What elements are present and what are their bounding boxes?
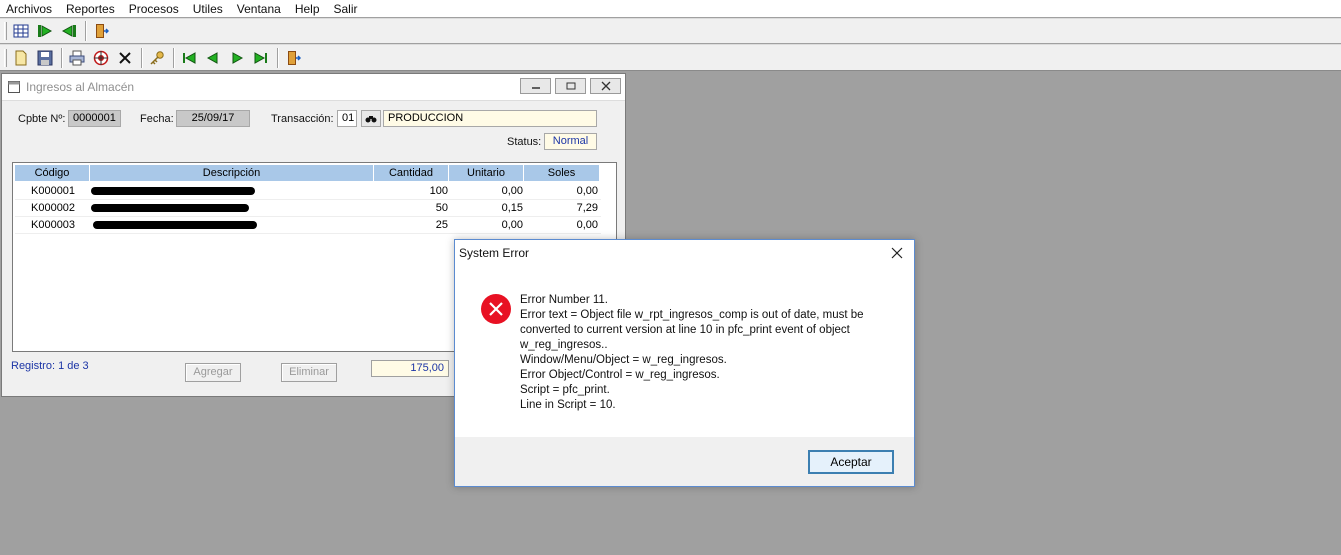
menu-ventana[interactable]: Ventana — [237, 2, 281, 16]
toolbar-separator — [85, 21, 87, 41]
table-row[interactable]: K000002 50 0,15 7,29 — [15, 200, 601, 217]
redacted-description — [93, 221, 257, 229]
toolbar-grip[interactable] — [4, 22, 7, 40]
error-line-number: Error Number 11. — [520, 294, 608, 306]
first-record-icon[interactable] — [179, 48, 199, 68]
save-icon[interactable] — [35, 48, 55, 68]
cell-cantidad: 100 — [429, 185, 448, 197]
fecha-label: Fecha: — [140, 113, 174, 125]
cell-soles: 0,00 — [576, 219, 598, 231]
column-header-codigo[interactable]: Código — [15, 165, 90, 181]
go-forward-icon[interactable] — [35, 21, 55, 41]
last-record-icon[interactable] — [251, 48, 271, 68]
redacted-description — [91, 187, 255, 195]
error-line-object: Error Object/Control = w_reg_ingresos. — [520, 369, 720, 381]
agregar-button[interactable]: Agregar — [185, 363, 241, 382]
record-status: Registro: 1 de 3 — [11, 360, 89, 372]
cell-cantidad: 50 — [435, 202, 448, 214]
cell-codigo: K000003 — [31, 219, 76, 231]
menu-reportes[interactable]: Reportes — [66, 2, 115, 16]
menu-help[interactable]: Help — [295, 2, 320, 16]
menu-archivos[interactable]: Archivos — [6, 2, 52, 16]
cell-unitario: 0,00 — [501, 185, 523, 197]
exit-door-icon[interactable] — [283, 48, 303, 68]
window-icon — [8, 81, 20, 93]
transaccion-label: Transacción: — [271, 113, 334, 125]
window-controls — [516, 78, 621, 94]
toolbar-grip[interactable] — [4, 48, 7, 67]
dialog-close-button[interactable] — [888, 244, 906, 262]
error-line-text: Error text = Object file w_rpt_ingresos_… — [520, 309, 867, 351]
toolbar-main — [0, 18, 1341, 43]
menu-procesos[interactable]: Procesos — [129, 2, 179, 16]
window-title: Ingresos al Almacén — [26, 80, 135, 94]
toolbar-separator — [141, 47, 143, 68]
column-header-descripcion[interactable]: Descripción — [90, 165, 374, 181]
dialog-footer: Aceptar — [455, 437, 914, 486]
binoculars-icon — [365, 116, 377, 123]
transaccion-code-field[interactable]: 01 — [337, 110, 357, 127]
close-icon — [601, 81, 610, 91]
fecha-field[interactable]: 25/09/17 — [176, 110, 250, 127]
eliminar-button[interactable]: Eliminar — [281, 363, 337, 382]
table-row[interactable]: K000001 100 0,00 0,00 — [15, 183, 601, 200]
new-document-icon[interactable] — [11, 48, 31, 68]
cell-codigo: K000001 — [31, 185, 76, 197]
exit-door-icon[interactable] — [91, 21, 111, 41]
cell-soles: 7,29 — [576, 202, 598, 214]
cell-unitario: 0,15 — [501, 202, 523, 214]
error-line-line: Line in Script = 10. — [520, 399, 616, 411]
next-record-icon[interactable] — [227, 48, 247, 68]
menu-bar: Archivos Reportes Procesos Utiles Ventan… — [0, 0, 1341, 17]
close-icon — [891, 247, 903, 259]
error-line-script: Script = pfc_print. — [520, 384, 610, 396]
menu-utiles[interactable]: Utiles — [193, 2, 223, 16]
cell-codigo: K000002 — [31, 202, 76, 214]
key-icon[interactable] — [147, 48, 167, 68]
delete-x-icon[interactable] — [115, 48, 135, 68]
cell-unitario: 0,00 — [501, 219, 523, 231]
cell-cantidad: 25 — [435, 219, 448, 231]
toolbar-separator — [173, 47, 175, 68]
system-error-dialog: System Error Error Number 11. Error text… — [454, 239, 915, 487]
error-message: Error Number 11. Error text = Object fil… — [520, 293, 890, 413]
toolbar-secondary — [0, 44, 1341, 71]
redacted-description — [91, 204, 249, 212]
table-row[interactable]: K000003 25 0,00 0,00 — [15, 217, 601, 234]
column-header-cantidad[interactable]: Cantidad — [374, 165, 449, 181]
minimize-icon — [531, 87, 540, 89]
error-icon — [481, 294, 511, 324]
total-field: 175,00 — [371, 360, 449, 377]
status-field: Normal — [544, 133, 597, 150]
menu-salir[interactable]: Salir — [334, 2, 358, 16]
restore-icon — [566, 82, 575, 90]
target-icon[interactable] — [91, 48, 111, 68]
dialog-title: System Error — [459, 246, 530, 260]
dialog-body: Error Number 11. Error text = Object fil… — [455, 266, 914, 437]
column-header-unitario[interactable]: Unitario — [449, 165, 524, 181]
status-label: Status: — [507, 136, 542, 148]
transaccion-name-field[interactable]: PRODUCCION — [383, 110, 597, 127]
cpbte-field[interactable]: 0000001 — [68, 110, 121, 127]
minimize-button[interactable] — [520, 78, 551, 94]
close-button[interactable] — [590, 78, 621, 94]
toolbar-separator — [277, 47, 279, 68]
go-back-icon[interactable] — [59, 21, 79, 41]
lookup-button[interactable] — [361, 110, 381, 127]
accept-button[interactable]: Aceptar — [808, 450, 894, 474]
cpbte-label: Cpbte Nº: — [18, 113, 66, 125]
print-icon[interactable] — [67, 48, 87, 68]
grid-icon[interactable] — [11, 21, 31, 41]
column-header-soles[interactable]: Soles — [524, 165, 600, 181]
cell-soles: 0,00 — [576, 185, 598, 197]
restore-button[interactable] — [555, 78, 586, 94]
error-line-window: Window/Menu/Object = w_reg_ingresos. — [520, 354, 727, 366]
previous-record-icon[interactable] — [203, 48, 223, 68]
toolbar-separator — [61, 47, 63, 68]
